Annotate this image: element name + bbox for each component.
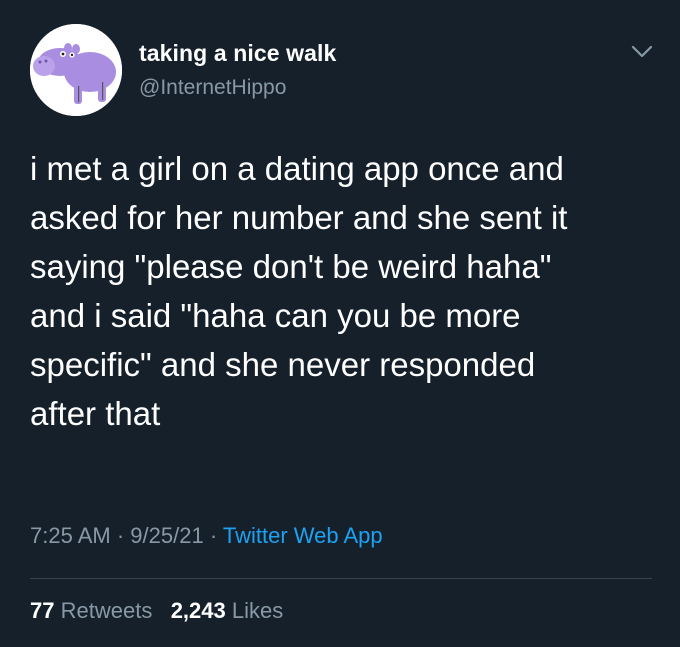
tweet-menu-button[interactable] [628, 40, 656, 62]
user-handle[interactable]: @InternetHippo [139, 76, 286, 100]
tweet-text-line: after that [30, 395, 161, 432]
tweet-date[interactable]: 9/25/21 [130, 523, 203, 548]
divider [30, 578, 652, 579]
hippo-icon [30, 24, 122, 116]
tweet-text-line: saying "please don't be weird haha" [30, 248, 552, 285]
tweet-card: taking a nice walk @InternetHippo i met … [0, 0, 680, 647]
meta-separator: · [116, 523, 125, 548]
likes-stat[interactable]: 2,243 Likes [171, 598, 284, 623]
tweet-text: i met a girl on a dating app once and as… [30, 144, 660, 438]
tweet-time[interactable]: 7:25 AM [30, 523, 111, 548]
tweet-stats: 77 Retweets 2,243 Likes [30, 598, 283, 624]
tweet-text-line: and i said "haha can you be more [30, 297, 521, 334]
likes-label: Likes [231, 598, 284, 623]
chevron-down-icon [631, 45, 653, 58]
retweets-stat[interactable]: 77 Retweets [30, 598, 158, 623]
likes-count: 2,243 [170, 598, 226, 623]
retweets-label: Retweets [60, 598, 153, 623]
tweet-text-line: asked for her number and she sent it [30, 199, 568, 236]
meta-separator: · [209, 523, 218, 548]
tweet-meta: 7:25 AM · 9/25/21 · Twitter Web App [30, 523, 383, 549]
tweet-text-line: i met a girl on a dating app once and [30, 150, 564, 187]
avatar[interactable] [30, 24, 122, 116]
tweet-source-link[interactable]: Twitter Web App [223, 523, 383, 548]
tweet-text-line: specific" and she never responded [30, 346, 536, 383]
display-name[interactable]: taking a nice walk [139, 40, 336, 67]
retweets-count: 77 [30, 598, 55, 623]
